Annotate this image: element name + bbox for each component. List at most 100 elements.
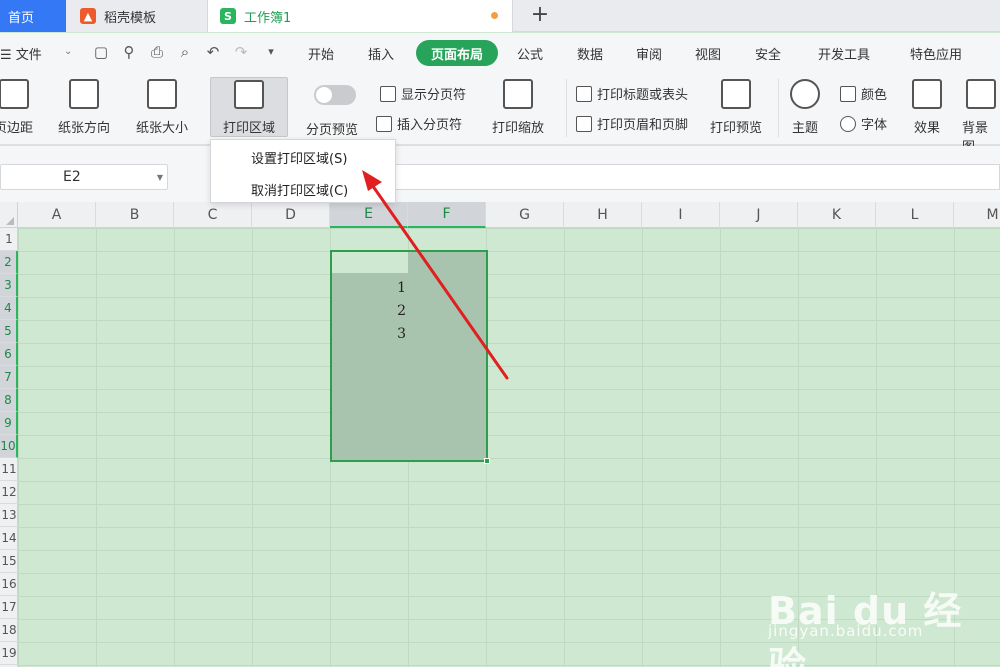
menu-page-layout[interactable]: 页面布局 [416,40,498,66]
column-header-e[interactable]: E [330,202,408,228]
quick-access-more-icon[interactable]: ▾ [262,43,280,61]
row-header-17[interactable]: 17 [0,596,18,619]
row-header-2[interactable]: 2 [0,251,18,274]
row-header-12[interactable]: 12 [0,481,18,504]
column-header-l[interactable]: L [876,202,954,228]
row-header-11[interactable]: 11 [0,458,18,481]
column-header-k[interactable]: K [798,202,876,228]
column-header-i[interactable]: I [642,202,720,228]
effects-label: 效果 [913,121,940,136]
tab-templates[interactable]: ▲ 稻壳模板 [66,0,208,32]
print-header-footer-label: 打印页眉和页脚 [597,118,689,133]
column-header-a[interactable]: A [18,202,96,228]
clear-print-area-item[interactable]: 取消打印区域(C) [211,174,395,204]
effects-button[interactable]: 效果 [912,79,942,136]
cell-e3[interactable]: 1 [380,280,406,296]
cell-e4[interactable]: 2 [380,303,406,319]
watermark-url: jingyan.baidu.com [768,622,924,640]
row-header-6[interactable]: 6 [0,343,18,366]
insert-page-break-label: 插入分页符 [397,118,463,133]
row-header-18[interactable]: 18 [0,619,18,642]
format-painter-icon[interactable]: ⚲ [120,43,138,61]
tab-home[interactable]: 首页 [0,0,66,32]
menu-view[interactable]: 视图 [695,44,721,63]
fill-handle[interactable] [484,458,490,464]
print-preview-label: 打印预览 [710,121,763,136]
select-all-corner[interactable] [0,202,18,228]
name-box[interactable]: E2 ▼ [0,164,168,190]
formula-input[interactable] [395,164,1000,190]
theme-button[interactable]: 主题 [790,79,820,136]
print-titles-label: 打印标题或表头 [597,88,689,103]
cell-e5[interactable]: 3 [380,326,406,342]
print-scaling-button[interactable]: 打印缩放 [492,79,544,136]
print-area-button[interactable]: 打印区域 [210,77,288,137]
orientation-button[interactable]: 纸张方向 [58,79,110,136]
print-header-footer-button[interactable]: 打印页眉和页脚 [576,114,688,133]
colors-button[interactable]: 颜色 [840,84,887,103]
menu-home[interactable]: 开始 [308,44,334,63]
tab-templates-label: 稻壳模板 [104,10,157,26]
menu-insert[interactable]: 插入 [368,44,394,63]
menu-formulas[interactable]: 公式 [517,44,543,63]
row-header-8[interactable]: 8 [0,389,18,412]
row-headers: 1 2 3 4 5 6 7 8 9 10 11 12 13 14 15 16 17 18 19 [0,228,18,667]
insert-page-break-button[interactable]: 插入分页符 [376,114,462,133]
file-menu[interactable]: ☰ 文件 [0,44,42,63]
print-preview-icon[interactable]: ⌕ [176,43,194,61]
undo-icon[interactable]: ↶ [204,43,222,61]
row-header-4[interactable]: 4 [0,297,18,320]
selected-range[interactable] [330,250,488,462]
column-header-d[interactable]: D [252,202,330,228]
column-header-h[interactable]: H [564,202,642,228]
menu-data[interactable]: 数据 [577,44,603,63]
menu-security[interactable]: 安全 [755,44,781,63]
menu-developer[interactable]: 开发工具 [818,44,870,63]
name-box-chevron-icon[interactable]: ▼ [157,173,163,182]
fonts-icon [840,115,856,132]
row-header-7[interactable]: 7 [0,366,18,389]
tab-workbook[interactable]: S 工作簿1 [208,0,513,32]
column-header-b[interactable]: B [96,202,174,228]
column-header-g[interactable]: G [486,202,564,228]
orientation-label: 纸张方向 [58,121,111,136]
row-header-5[interactable]: 5 [0,320,18,343]
column-header-f[interactable]: F [408,202,486,228]
unsaved-indicator [491,12,498,19]
margins-button[interactable]: 页边距 [0,79,33,136]
row-header-10[interactable]: 10 [0,435,18,458]
print-preview-button[interactable]: 打印预览 [710,79,762,136]
menu-special[interactable]: 特色应用 [910,44,962,63]
row-header-9[interactable]: 9 [0,412,18,435]
theme-label: 主题 [791,121,818,136]
tab-workbook-label: 工作簿1 [244,10,292,26]
row-header-19[interactable]: 19 [0,642,18,665]
paper-size-label: 纸张大小 [136,121,189,136]
column-header-c[interactable]: C [174,202,252,228]
column-header-m[interactable]: M [954,202,1000,228]
redo-icon[interactable]: ↷ [232,43,250,61]
page-break-preview-label: 分页预览 [306,123,359,138]
active-cell[interactable] [332,252,408,273]
print-titles-button[interactable]: 打印标题或表头 [576,84,688,103]
row-header-13[interactable]: 13 [0,504,18,527]
row-header-14[interactable]: 14 [0,527,18,550]
background-button[interactable]: 背景图 [962,79,1000,155]
menu-review[interactable]: 审阅 [636,44,662,63]
print-icon[interactable]: ⎙ [148,43,166,61]
paper-size-icon [147,79,177,109]
show-page-breaks-checkbox[interactable]: 显示分页符 [380,84,466,103]
row-header-3[interactable]: 3 [0,274,18,297]
page-break-preview-toggle[interactable] [314,85,356,105]
new-tab-button[interactable]: + [527,2,553,27]
fonts-button[interactable]: 字体 [840,114,887,133]
set-print-area-item[interactable]: 设置打印区域(S) [211,142,395,172]
row-header-16[interactable]: 16 [0,573,18,596]
save-icon[interactable]: ▢ [92,43,110,61]
row-header-1[interactable]: 1 [0,228,18,251]
file-menu-chevron-icon[interactable]: ⌄ [64,46,72,57]
column-header-j[interactable]: J [720,202,798,228]
row-header-15[interactable]: 15 [0,550,18,573]
effects-icon [912,79,942,109]
paper-size-button[interactable]: 纸张大小 [136,79,188,136]
